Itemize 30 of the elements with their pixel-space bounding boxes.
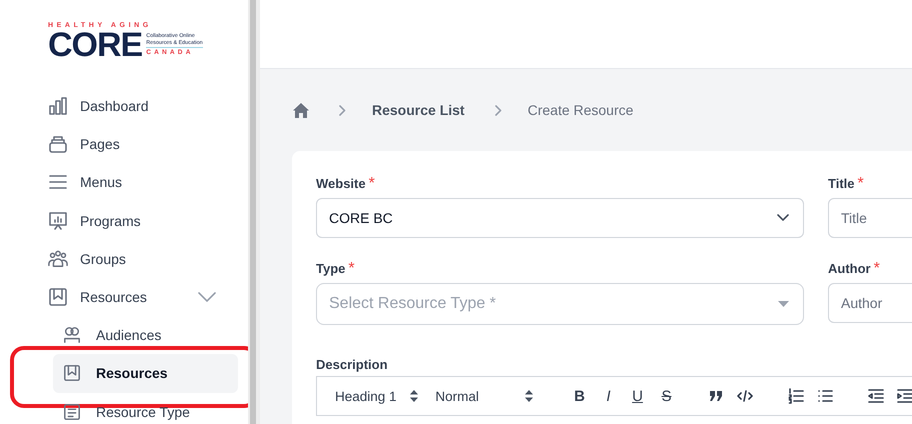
website-select[interactable]: CORE BC xyxy=(316,198,804,238)
nav-item[interactable]: Resources xyxy=(0,278,248,316)
logo-wordmark: CORE xyxy=(48,30,142,60)
nav-item[interactable]: Groups xyxy=(0,240,248,278)
format-dropdown[interactable]: Heading 1 xyxy=(335,388,436,404)
required-mark: * xyxy=(874,260,880,277)
nav-item[interactable]: Programs xyxy=(0,202,248,240)
nav-item[interactable]: Menus xyxy=(0,163,248,202)
underline-button[interactable]: U xyxy=(629,388,646,404)
breadcrumb-link[interactable]: Resource List xyxy=(372,102,465,118)
required-mark: * xyxy=(858,175,864,192)
input-field[interactable]: Title xyxy=(828,198,912,238)
breadcrumb-current: Create Resource xyxy=(528,102,634,118)
nav-item[interactable]: Resource Type xyxy=(53,392,238,424)
nav-item[interactable]: Dashboard xyxy=(0,87,248,126)
field-label: Type xyxy=(316,261,346,276)
required-mark: * xyxy=(348,260,355,277)
nav-item[interactable]: Pages xyxy=(0,125,248,164)
bold-button[interactable]: B xyxy=(571,388,588,404)
field-label: Title xyxy=(828,176,854,191)
field-label: Author xyxy=(828,261,871,276)
nav-item[interactable]: Audiences xyxy=(53,316,238,354)
input-field[interactable]: Author xyxy=(828,283,912,323)
field-label: Website xyxy=(316,176,366,191)
strike-button[interactable]: S xyxy=(658,388,675,404)
required-mark: * xyxy=(368,175,375,192)
italic-button[interactable]: I xyxy=(600,388,617,404)
format-dropdown[interactable]: Normal xyxy=(435,388,533,404)
nav-item[interactable]: Resources xyxy=(53,354,238,392)
field-label: Description xyxy=(316,357,389,372)
